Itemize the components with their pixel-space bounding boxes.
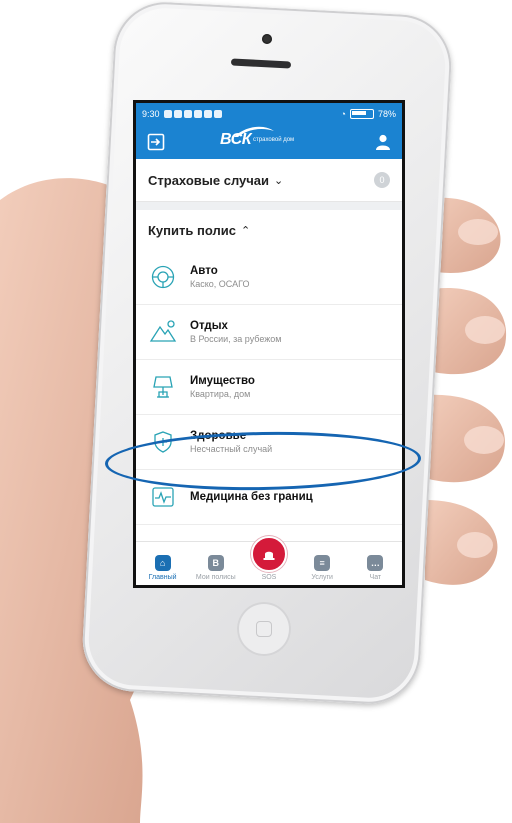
- tab-label: SOS: [261, 574, 277, 581]
- list-item-travel[interactable]: Отдых В России, за рубежом: [136, 305, 402, 360]
- tab-label: Услуги: [311, 574, 333, 581]
- item-title: Авто: [190, 265, 218, 277]
- wifi-icon: ◔: [340, 109, 346, 119]
- brand-logo: ВСК страховой дом: [220, 126, 295, 149]
- tab-label: Мои полисы: [195, 574, 236, 581]
- pulse-icon: [152, 487, 174, 507]
- tab-my-policies[interactable]: В Мои полисы: [192, 555, 240, 581]
- sos-siren-icon[interactable]: [250, 536, 287, 572]
- home-button[interactable]: [237, 602, 291, 656]
- steering-wheel-icon: [151, 265, 175, 289]
- cases-count-badge: 0: [374, 172, 390, 188]
- front-camera: [262, 34, 272, 44]
- item-subtitle: Каско, ОСАГО: [190, 279, 250, 289]
- notification-icons: [163, 110, 222, 118]
- services-icon: ≡: [314, 555, 331, 571]
- chevron-down-icon: ⌄: [274, 174, 284, 187]
- mountain-sun-icon: [149, 320, 177, 342]
- list-item-property[interactable]: Имущество Квартира, дом: [136, 360, 402, 415]
- battery-icon: [349, 109, 374, 119]
- battery-level: 78%: [377, 109, 396, 119]
- login-icon[interactable]: [146, 132, 166, 152]
- tab-home[interactable]: ⌂ Главный: [139, 555, 187, 581]
- policy-icon: В: [207, 555, 224, 571]
- list-item-auto[interactable]: Авто Каско, ОСАГО: [136, 250, 402, 305]
- tab-label: Чат: [369, 574, 382, 581]
- buy-policy-row[interactable]: Купить полис ⌃: [136, 210, 402, 250]
- item-title: Имущество: [190, 375, 255, 387]
- bottom-tab-bar: ⌂ Главный В Мои полисы SOS ≡ Услуги … Ча…: [136, 536, 402, 585]
- home-icon: ⌂: [154, 555, 171, 571]
- app-screen: 9:30 ◔ 78% ВСК страховой дом Страховые с…: [133, 100, 405, 588]
- tab-label: Главный: [148, 574, 177, 581]
- tab-sos[interactable]: SOS: [245, 536, 293, 581]
- status-time: 9:30: [142, 109, 160, 119]
- chevron-up-icon: ⌃: [240, 224, 251, 237]
- user-icon[interactable]: [374, 133, 392, 151]
- buy-policy-title: Купить полис: [148, 222, 236, 238]
- item-title: Медицина без границ: [190, 491, 313, 503]
- tab-services[interactable]: ≡ Услуги: [298, 555, 346, 581]
- logo-swoosh-icon: [234, 126, 274, 137]
- brand-subtitle: страховой дом: [253, 137, 295, 143]
- status-bar: 9:30 ◔ 78%: [136, 103, 402, 125]
- tab-chat[interactable]: … Чат: [351, 555, 399, 581]
- item-subtitle: Квартира, дом: [190, 389, 251, 399]
- lamp-icon: [153, 376, 173, 398]
- insurance-cases-title: Страховые случаи: [148, 172, 270, 188]
- insurance-cases-row[interactable]: Страховые случаи ⌄ 0: [136, 159, 402, 202]
- app-header: ВСК страховой дом: [136, 125, 402, 159]
- item-title: Отдых: [190, 320, 228, 332]
- chat-icon: …: [367, 555, 384, 571]
- item-subtitle: В России, за рубежом: [190, 334, 282, 344]
- section-divider: [136, 202, 402, 210]
